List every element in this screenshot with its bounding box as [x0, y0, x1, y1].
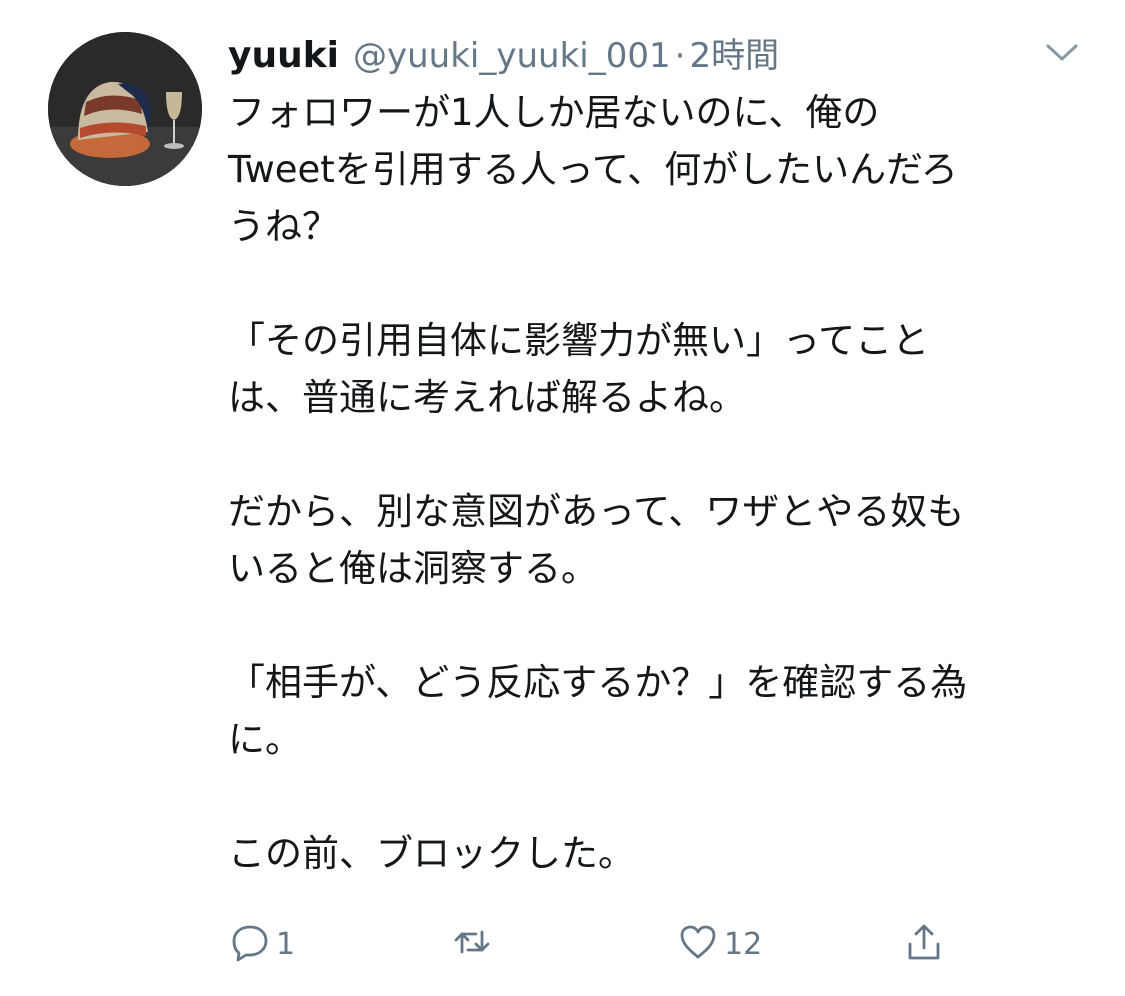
retweet-icon	[452, 922, 492, 966]
tweet-header: yuuki @yuuki_yuuki_001 · 2時間	[228, 28, 779, 76]
tweet-line: Tweetを引用する人って、何がしたいんだろ	[228, 148, 958, 191]
tweet-line: だから、別な意図があって、ワザとやる奴も	[228, 490, 965, 533]
cap-and-glass-avatar-image	[48, 32, 202, 186]
reply-count: 1	[276, 926, 296, 962]
tweet-line: うね？	[228, 205, 339, 248]
tweet-line: いると俺は洞察する。	[228, 547, 598, 590]
display-name[interactable]: yuuki	[228, 35, 339, 76]
tweet-actions: 1 12	[228, 918, 988, 970]
tweet-line: は、普通に考えれば解るよね。	[228, 376, 746, 419]
reply-icon	[230, 922, 270, 966]
share-icon	[904, 922, 944, 966]
reply-button[interactable]: 1	[230, 918, 295, 970]
timestamp[interactable]: 2時間	[689, 28, 779, 77]
tweet-line: 「相手が、どう反応するか？」を確認する為	[228, 661, 968, 704]
tweet-text: フォロワーが1人しか居ないのに、俺の Tweetを引用する人って、何がしたいんだ…	[228, 84, 1098, 882]
heart-icon	[678, 922, 718, 966]
separator-dot: ·	[674, 36, 686, 76]
like-count: 12	[724, 926, 763, 962]
tweet-line: 「その引用自体に影響力が無い」ってこと	[228, 319, 930, 362]
share-button[interactable]	[904, 918, 950, 970]
retweet-button[interactable]	[452, 918, 498, 970]
chevron-down-icon[interactable]	[1042, 38, 1082, 66]
tweet-line: に。	[228, 718, 302, 761]
tweet-line: フォロワーが1人しか居ないのに、俺の	[228, 91, 880, 134]
user-handle[interactable]: @yuuki_yuuki_001	[353, 36, 671, 76]
tweet-line: この前、ブロックした。	[228, 832, 635, 875]
like-button[interactable]: 12	[678, 918, 762, 970]
avatar[interactable]	[48, 32, 202, 186]
